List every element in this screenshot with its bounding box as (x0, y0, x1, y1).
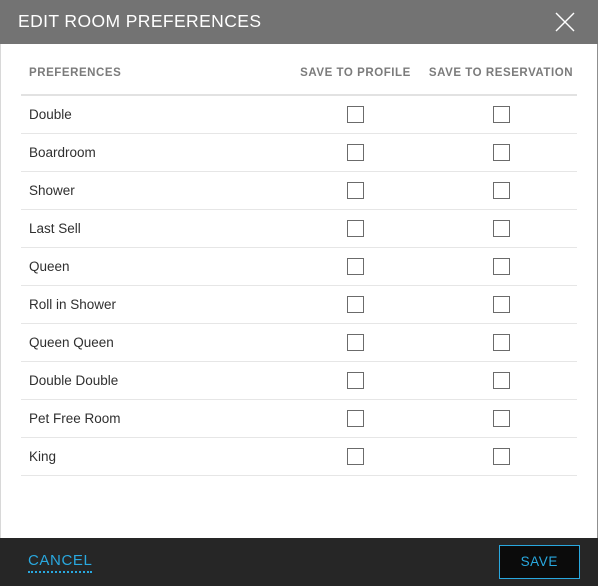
checkbox-save-to-profile-cell (286, 95, 425, 134)
checkbox-save-to-profile[interactable] (347, 143, 364, 161)
close-icon[interactable] (550, 7, 580, 37)
dialog-title: EDIT ROOM PREFERENCES (18, 11, 262, 31)
table-row: Last Sell (21, 209, 577, 248)
checkbox-save-to-reservation[interactable] (492, 295, 510, 313)
preferences-table: PREFERENCES SAVE TO PROFILE SAVE TO RESE… (21, 44, 577, 476)
checkbox-save-to-profile-cell (286, 171, 425, 210)
dialog-footer: CANCEL SAVE (0, 538, 598, 586)
checkbox-save-to-profile[interactable] (347, 409, 364, 427)
preference-name: King (21, 437, 286, 476)
table-row: Double Double (21, 361, 577, 400)
checkbox-save-to-profile[interactable] (347, 295, 364, 313)
checkbox-save-to-reservation[interactable] (492, 181, 510, 199)
table-row: King (21, 437, 577, 476)
checkbox-save-to-reservation[interactable] (492, 257, 510, 275)
checkbox-save-to-profile-cell (286, 399, 425, 438)
table-row: Pet Free Room (21, 399, 577, 438)
checkbox-save-to-reservation-cell (425, 247, 577, 286)
checkbox-save-to-reservation-cell (425, 133, 577, 172)
checkbox-save-to-profile[interactable] (347, 181, 364, 199)
checkbox-save-to-reservation[interactable] (492, 219, 510, 237)
checkbox-save-to-reservation[interactable] (492, 371, 510, 389)
checkbox-save-to-reservation-cell (425, 323, 577, 362)
checkbox-save-to-reservation-cell (425, 171, 577, 210)
cancel-button[interactable]: CANCEL (28, 552, 93, 573)
table-header: PREFERENCES SAVE TO PROFILE SAVE TO RESE… (21, 44, 577, 96)
checkbox-save-to-profile[interactable] (347, 219, 364, 237)
checkbox-save-to-profile-cell (286, 437, 425, 476)
preference-name: Queen Queen (21, 323, 286, 362)
preference-name: Double (21, 95, 286, 134)
checkbox-save-to-profile-cell (286, 361, 425, 400)
table-row: Double (21, 95, 577, 134)
checkbox-save-to-profile[interactable] (347, 371, 364, 389)
preference-name: Boardroom (21, 133, 286, 172)
save-button[interactable]: SAVE (498, 545, 580, 579)
column-header-save-to-reservation: SAVE TO RESERVATION (425, 44, 577, 96)
checkbox-save-to-reservation[interactable] (492, 143, 510, 161)
table-row: Roll in Shower (21, 285, 577, 324)
checkbox-save-to-reservation[interactable] (492, 447, 510, 465)
checkbox-save-to-profile[interactable] (347, 257, 364, 275)
preference-name: Pet Free Room (21, 399, 286, 438)
checkbox-save-to-profile-cell (286, 323, 425, 362)
preference-name: Double Double (21, 361, 286, 400)
checkbox-save-to-reservation-cell (425, 399, 577, 438)
checkbox-save-to-reservation-cell (425, 285, 577, 324)
checkbox-save-to-reservation-cell (425, 437, 577, 476)
column-header-save-to-profile: SAVE TO PROFILE (286, 44, 425, 96)
edit-room-preferences-dialog: EDIT ROOM PREFERENCES PREFERENCES SAVE T… (0, 0, 598, 586)
checkbox-save-to-profile[interactable] (347, 333, 364, 351)
dialog-body: PREFERENCES SAVE TO PROFILE SAVE TO RESE… (1, 44, 597, 538)
preference-name: Queen (21, 247, 286, 286)
checkbox-save-to-profile[interactable] (347, 447, 364, 465)
checkbox-save-to-reservation[interactable] (492, 409, 510, 427)
checkbox-save-to-profile-cell (286, 209, 425, 248)
checkbox-save-to-reservation-cell (425, 361, 577, 400)
checkbox-save-to-reservation[interactable] (492, 333, 510, 351)
checkbox-save-to-reservation-cell (425, 95, 577, 134)
checkbox-save-to-profile[interactable] (347, 105, 364, 123)
preference-name: Roll in Shower (21, 285, 286, 324)
checkbox-save-to-reservation[interactable] (492, 105, 510, 123)
preference-name: Shower (21, 171, 286, 210)
table-body: Double Boardroom Shower Last Sell Queen Roll … (21, 95, 577, 476)
preference-name: Last Sell (21, 209, 286, 248)
table-row: Boardroom (21, 133, 577, 172)
checkbox-save-to-reservation-cell (425, 209, 577, 248)
column-header-preferences: PREFERENCES (21, 44, 286, 96)
checkbox-save-to-profile-cell (286, 247, 425, 286)
table-row: Queen Queen (21, 323, 577, 362)
dialog-titlebar: EDIT ROOM PREFERENCES (0, 0, 598, 44)
table-header-row: PREFERENCES SAVE TO PROFILE SAVE TO RESE… (21, 44, 577, 96)
table-row: Queen (21, 247, 577, 286)
table-row: Shower (21, 171, 577, 210)
checkbox-save-to-profile-cell (286, 285, 425, 324)
checkbox-save-to-profile-cell (286, 133, 425, 172)
